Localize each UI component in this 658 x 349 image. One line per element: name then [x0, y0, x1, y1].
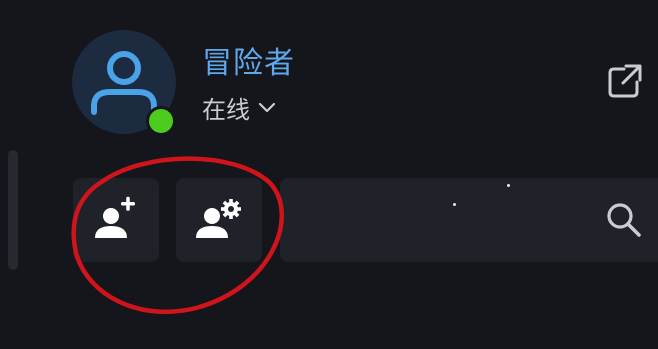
search-box: [280, 178, 658, 262]
online-status-dot: [146, 106, 176, 136]
add-user-icon: [95, 196, 135, 238]
scrollbar-thumb[interactable]: [8, 150, 18, 270]
manage-friends-button[interactable]: [176, 178, 262, 262]
screen-speck: [507, 184, 510, 187]
user-settings-icon: [196, 199, 241, 238]
status-label: 在线: [202, 96, 250, 124]
search-input[interactable]: [292, 198, 586, 244]
screen-speck: [453, 203, 456, 206]
username: 冒险者: [202, 46, 295, 81]
external-link-icon: [608, 64, 642, 98]
chevron-down-icon: [258, 102, 276, 112]
search-icon[interactable]: [604, 200, 644, 240]
status-dropdown[interactable]: 在线: [202, 90, 276, 125]
external-link-button[interactable]: [604, 62, 644, 102]
add-friend-button[interactable]: [73, 178, 159, 262]
